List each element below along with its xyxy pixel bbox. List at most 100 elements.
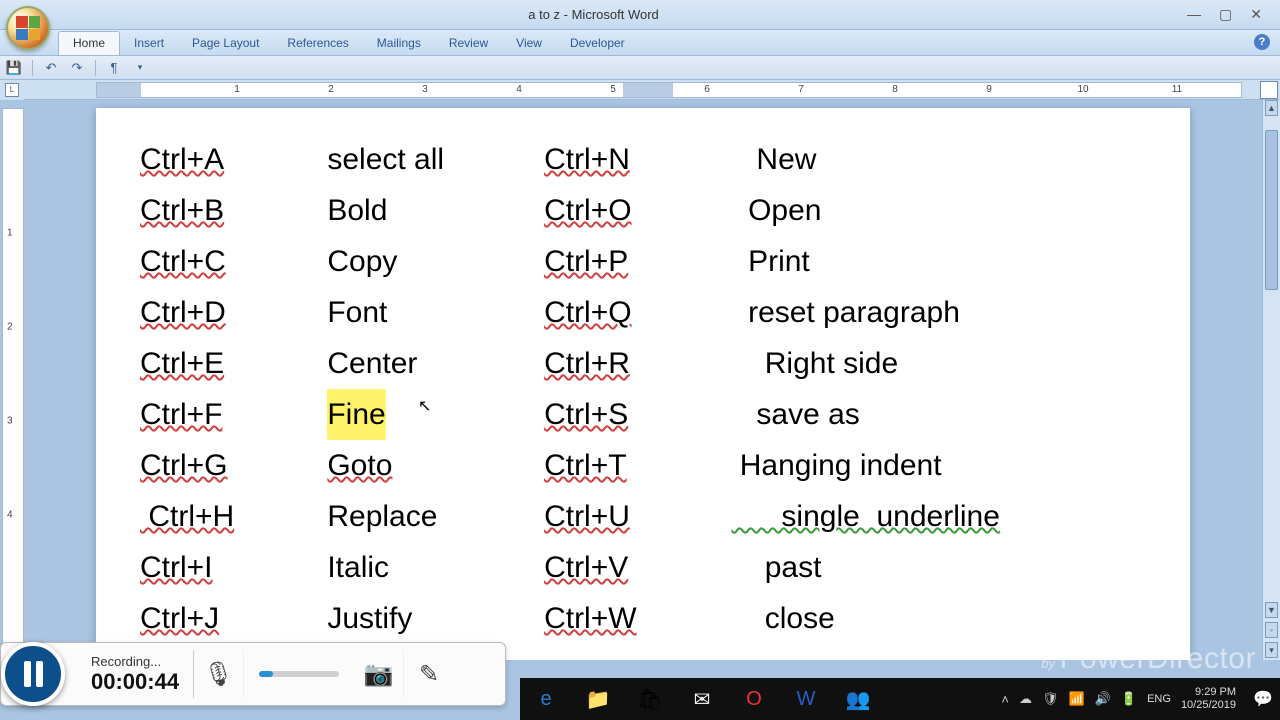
shortcut-row: Ctrl+R Right side [544,338,1000,389]
shortcut-action: close [731,593,834,644]
scrollbar-thumb[interactable] [1265,130,1278,290]
quick-access-toolbar: 💾 ↶ ↷ ¶ ▾ [0,56,1280,80]
shortcut-action: Center [327,338,417,389]
shortcut-key: Ctrl+N [544,134,698,185]
tab-insert[interactable]: Insert [120,32,178,55]
tray-chevron-icon[interactable]: ˄ [1001,692,1009,707]
taskbar-mail-icon[interactable]: ✉ [676,678,728,720]
webcam-icon[interactable]: 📷 [354,650,404,698]
shortcut-row: Ctrl+S save as [544,389,1000,440]
qat-customize-icon[interactable]: ▾ [132,60,148,76]
taskbar-people-icon[interactable]: 👥 [832,678,884,720]
taskbar-explorer-icon[interactable]: 📁 [572,678,624,720]
powerdirector-watermark: by PowerDirector [1041,642,1256,676]
office-button[interactable] [6,6,50,50]
ribbon-tabs: Home Insert Page Layout References Maili… [0,30,1280,56]
document-page[interactable]: Ctrl+A select allCtrl+B BoldCtrl+C CopyC… [96,108,1190,660]
shortcut-row: Ctrl+Q reset paragraph [544,287,1000,338]
vertical-ruler[interactable]: 1 2 3 4 [2,108,24,660]
minimize-button[interactable]: — [1187,6,1201,23]
recording-timer: 00:00:44 [91,669,179,695]
tray-network-icon[interactable]: 📶 [1069,691,1085,707]
shortcut-row: Ctrl+D Font [140,287,444,338]
shortcut-key: Ctrl+T [544,440,698,491]
shortcut-action: save as [731,389,859,440]
tab-page-layout[interactable]: Page Layout [178,32,273,55]
shortcut-row: Ctrl+U single underline [544,491,1000,542]
shortcut-key: Ctrl+U [544,491,698,542]
tab-developer[interactable]: Developer [556,32,639,55]
tray-security-icon[interactable]: 🛡 [1042,691,1059,707]
shortcut-row: Ctrl+E Center [140,338,444,389]
shortcut-action: Open [731,185,821,236]
shortcut-key: Ctrl+S [544,389,698,440]
tray-onedrive-icon[interactable]: ☁ [1019,691,1032,707]
taskbar-edge-icon[interactable]: e [520,678,572,720]
shortcut-key: Ctrl+F [140,389,294,440]
shortcut-action: Bold [327,185,387,236]
shortcut-row: Ctrl+B Bold [140,185,444,236]
tray-clock[interactable]: 9:29 PM 10/25/2019 [1181,686,1236,711]
recording-status: Recording... [91,654,179,669]
taskbar-opera-icon[interactable]: O [728,678,780,720]
ruler-row: L 1 2 3 4 5 6 7 8 9 10 11 [0,80,1280,100]
horizontal-ruler[interactable]: 1 2 3 4 5 6 7 8 9 10 11 [96,82,1242,98]
help-icon[interactable]: ? [1254,34,1270,50]
shortcut-action: Hanging indent [731,440,941,491]
shortcut-key: Ctrl+O [544,185,698,236]
shortcut-action: Goto [327,440,392,491]
shortcut-row: Ctrl+G Goto [140,440,444,491]
shortcut-row: Ctrl+C Copy [140,236,444,287]
shortcut-key: Ctrl+V [544,542,698,593]
close-button[interactable]: ✕ [1250,6,1262,23]
tray-battery-icon[interactable]: 🔋 [1121,691,1137,707]
taskbar-store-icon[interactable]: 🛍 [624,678,676,720]
tab-references[interactable]: References [273,32,362,55]
vertical-scrollbar[interactable]: ▲ ▼ ◦ ▾ [1262,100,1280,660]
shortcut-key: Ctrl+C [140,236,294,287]
microphone-icon[interactable]: 🎙 [194,650,244,698]
tab-review[interactable]: Review [435,32,502,55]
pause-recording-button[interactable] [1,642,65,706]
tray-volume-icon[interactable]: 🔊 [1095,691,1111,707]
tray-language[interactable]: ENG [1147,693,1171,705]
tab-home[interactable]: Home [58,31,120,55]
redo-icon[interactable]: ↷ [69,60,85,76]
shortcut-key: Ctrl+J [140,593,294,644]
shortcut-key: Ctrl+R [544,338,698,389]
pilcrow-icon[interactable]: ¶ [106,60,122,76]
shortcut-row: Ctrl+O Open [544,185,1000,236]
title-bar: a to z - Microsoft Word — ▢ ✕ [0,0,1280,30]
shortcut-key: Ctrl+G [140,440,294,491]
save-icon[interactable]: 💾 [6,60,22,76]
shortcut-row: Ctrl+W close [544,593,1000,644]
shortcut-row: Ctrl+J Justify [140,593,444,644]
shortcut-key: Ctrl+I [140,542,294,593]
volume-meter [244,671,354,677]
shortcut-action: Print [731,236,809,287]
shortcut-action: Copy [327,236,397,287]
tab-mailings[interactable]: Mailings [363,32,435,55]
tab-view[interactable]: View [502,32,556,55]
shortcut-action: Right side [731,338,898,389]
annotate-icon[interactable]: ✎ [404,650,454,698]
shortcut-action: Justify [327,593,412,644]
shortcut-key: Ctrl+P [544,236,698,287]
ruler-toggle[interactable] [1260,81,1278,99]
shortcut-row: Ctrl+P Print [544,236,1000,287]
shortcut-row: Ctrl+T Hanging indent [544,440,1000,491]
shortcut-action: New [731,134,816,185]
action-center-icon[interactable]: 💬 [1246,678,1280,720]
screen-recorder-overlay: Recording... 00:00:44 🎙 📷 ✎ [0,642,506,706]
document-area: 1 2 3 4 Ctrl+A select allCtrl+B BoldCtrl… [0,100,1280,660]
tab-selector[interactable]: L [5,83,19,97]
undo-icon[interactable]: ↶ [43,60,59,76]
shortcut-action: Replace [327,491,437,542]
shortcut-row: Ctrl+I Italic [140,542,444,593]
shortcut-row: Ctrl+N New [544,134,1000,185]
maximize-button[interactable]: ▢ [1219,6,1232,23]
shortcut-key: Ctrl+W [544,593,698,644]
shortcut-action: single underline [731,491,1000,542]
taskbar-word-icon[interactable]: W [780,678,832,720]
shortcut-action: Italic [327,542,389,593]
